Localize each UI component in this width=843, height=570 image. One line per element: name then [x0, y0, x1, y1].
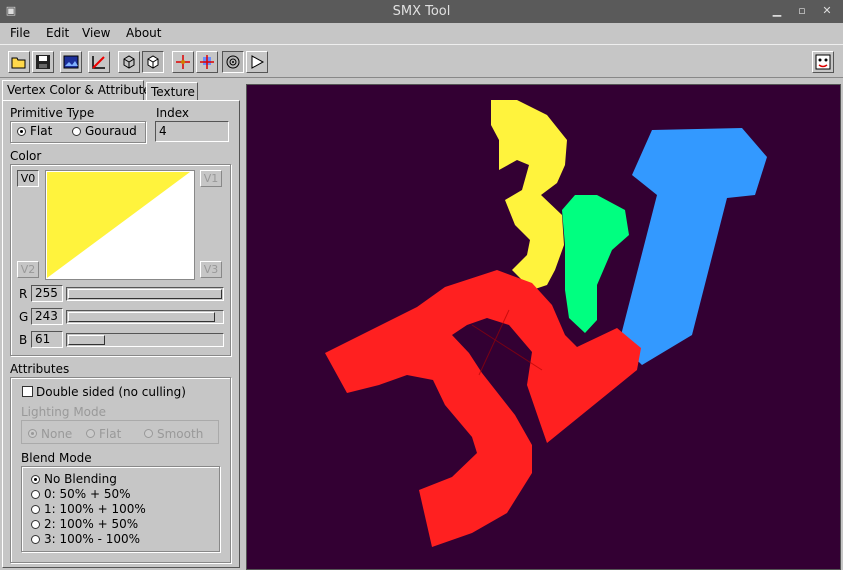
- blend-1-radio[interactable]: [31, 505, 40, 514]
- play-icon[interactable]: [246, 51, 268, 73]
- index-field[interactable]: 4: [155, 121, 229, 142]
- green-mesh: [562, 195, 629, 333]
- cube-solid-icon[interactable]: [142, 51, 164, 73]
- lighting-flat-label: Flat: [99, 427, 122, 441]
- r-slider[interactable]: [66, 287, 224, 301]
- blend-none-radio[interactable]: [31, 475, 40, 484]
- menu-view[interactable]: View: [82, 26, 110, 40]
- tab-vertex-color-attributes[interactable]: Vertex Color & Attributes: [2, 80, 157, 101]
- vertex-v1-button[interactable]: V1: [200, 170, 222, 187]
- blend-2-label: 2: 100% + 50%: [44, 517, 139, 531]
- tab-texture[interactable]: Texture: [146, 82, 198, 100]
- g-slider[interactable]: [66, 310, 224, 324]
- b-slider-thumb[interactable]: [68, 335, 105, 345]
- b-slider[interactable]: [66, 333, 224, 347]
- blend-0-label: 0: 50% + 50%: [44, 487, 131, 501]
- lighting-mode-label: Lighting Mode: [21, 405, 107, 419]
- g-label: G: [19, 310, 29, 324]
- index-label: Index: [156, 106, 190, 120]
- menu-about[interactable]: About: [126, 26, 161, 40]
- save-icon[interactable]: [32, 51, 54, 73]
- move-icon[interactable]: [172, 51, 194, 73]
- menu-file[interactable]: File: [10, 26, 30, 40]
- color-preview: [45, 170, 195, 280]
- color-label: Color: [10, 149, 42, 163]
- g-field[interactable]: 243: [31, 308, 63, 325]
- attributes-label: Attributes: [10, 362, 70, 376]
- lighting-none-label: None: [41, 427, 73, 441]
- title-bar: ▣ SMX Tool ▁ ▫ ✕: [0, 0, 843, 23]
- primitive-type-label: Primitive Type: [10, 106, 95, 120]
- vertex-v0-button[interactable]: V0: [17, 170, 39, 187]
- blend-1-label: 1: 100% + 100%: [44, 502, 146, 516]
- tab-label: Vertex Color & Attributes: [7, 83, 157, 97]
- yellow-mesh: [491, 100, 567, 290]
- image-icon[interactable]: [60, 51, 82, 73]
- vertex-v3-button[interactable]: V3: [200, 261, 222, 278]
- blend-2-radio[interactable]: [31, 520, 40, 529]
- face-icon[interactable]: [812, 51, 834, 73]
- minimize-button[interactable]: ▁: [770, 4, 784, 18]
- scene: [325, 100, 767, 547]
- blend-0-radio[interactable]: [31, 490, 40, 499]
- r-label: R: [19, 287, 28, 301]
- blend-3-radio[interactable]: [31, 535, 40, 544]
- target-icon[interactable]: [222, 51, 244, 73]
- open-folder-icon[interactable]: [8, 51, 30, 73]
- double-sided-label: Double sided (no culling): [36, 385, 186, 399]
- menu-bar: File Edit View About: [0, 23, 843, 44]
- lighting-none-radio[interactable]: [28, 429, 37, 438]
- angle-icon[interactable]: [88, 51, 110, 73]
- window-title: SMX Tool: [392, 4, 451, 19]
- maximize-button[interactable]: ▫: [795, 4, 809, 18]
- lighting-smooth-label: Smooth: [157, 427, 204, 441]
- b-field[interactable]: 61: [31, 331, 63, 348]
- menu-edit[interactable]: Edit: [46, 26, 69, 40]
- cube-wire-icon[interactable]: [118, 51, 140, 73]
- lighting-smooth-radio[interactable]: [144, 429, 153, 438]
- radio-flat[interactable]: [17, 127, 26, 136]
- blend-mode-label: Blend Mode: [21, 451, 92, 465]
- radio-gouraud[interactable]: [72, 127, 81, 136]
- double-sided-checkbox[interactable]: [22, 386, 33, 397]
- color-axis-icon[interactable]: [196, 51, 218, 73]
- tab-label: Texture: [151, 85, 195, 99]
- blend-3-label: 3: 100% - 100%: [44, 532, 141, 546]
- 3d-viewport[interactable]: [246, 84, 841, 570]
- r-slider-thumb[interactable]: [68, 289, 222, 299]
- radio-gouraud-label: Gouraud: [85, 124, 137, 138]
- r-field[interactable]: 255: [31, 285, 63, 302]
- vertex-v2-button[interactable]: V2: [17, 261, 39, 278]
- blue-mesh: [619, 128, 767, 365]
- toolbar: [0, 44, 843, 78]
- blend-none-label: No Blending: [44, 472, 117, 486]
- lighting-flat-radio[interactable]: [86, 429, 95, 438]
- close-button[interactable]: ✕: [820, 4, 834, 18]
- radio-flat-label: Flat: [30, 124, 53, 138]
- b-label: B: [19, 333, 28, 347]
- g-slider-thumb[interactable]: [68, 312, 215, 322]
